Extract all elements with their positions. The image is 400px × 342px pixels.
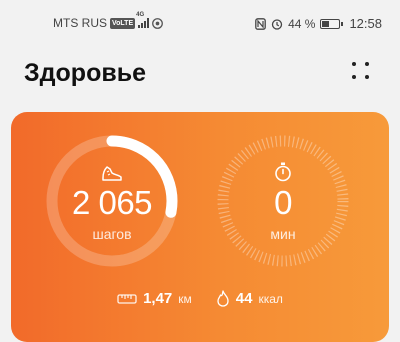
calories-unit: ккал xyxy=(258,291,283,306)
steps-unit: шагов xyxy=(92,226,132,242)
steps-stat: 2 065 шагов xyxy=(52,184,172,242)
activity-card[interactable]: 2 065 шагов 0 мин 1,47 км 44 ккал xyxy=(11,112,389,342)
minutes-value: 0 xyxy=(274,184,292,221)
page-title: Здоровье xyxy=(24,59,146,87)
chrome-icon xyxy=(152,17,164,29)
distance-unit: км xyxy=(178,291,192,306)
flame-icon xyxy=(217,290,229,307)
volte-badge: VoLTE xyxy=(110,17,136,29)
battery-percent: 44 % xyxy=(288,16,316,31)
clock: 12:58 xyxy=(349,16,382,31)
minutes-unit: мин xyxy=(270,226,296,242)
calories-item: 44 ккал xyxy=(216,290,283,307)
status-right: 44 % 12:58 xyxy=(255,16,382,31)
shoe-icon xyxy=(102,166,122,181)
status-left: MTS RUS VoLTE 4G xyxy=(53,12,164,30)
calories-value: 44 xyxy=(235,290,253,307)
nfc-icon xyxy=(255,17,266,30)
distance-item: 1,47 км xyxy=(117,290,192,307)
signal-icon: 4G xyxy=(136,12,150,28)
network-type: 4G xyxy=(136,12,145,18)
distance-value: 1,47 xyxy=(143,290,173,307)
activity-summary: 1,47 км 44 ккал xyxy=(11,290,389,307)
status-bar: MTS RUS VoLTE 4G 44 % 12:58 xyxy=(0,0,400,44)
minutes-stat: 0 мин xyxy=(223,184,343,242)
ruler-icon xyxy=(117,293,137,304)
alarm-icon xyxy=(271,18,283,30)
stopwatch-icon xyxy=(275,162,291,182)
more-icon[interactable] xyxy=(352,62,370,80)
battery-icon xyxy=(320,18,344,29)
carrier-name: MTS RUS xyxy=(53,16,107,30)
steps-value: 2 065 xyxy=(71,184,153,221)
